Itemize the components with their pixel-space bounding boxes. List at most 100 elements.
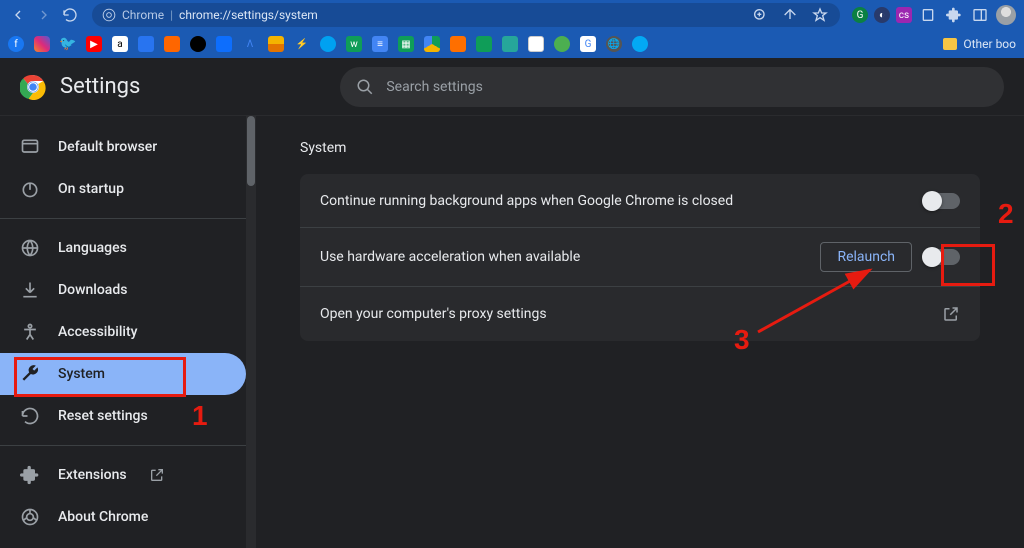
external-link-icon (149, 467, 165, 483)
bm-sheets-icon[interactable]: ▦ (398, 36, 414, 52)
bm-edge-icon[interactable] (320, 36, 336, 52)
page-title: Settings (60, 74, 140, 99)
download-icon (20, 280, 40, 300)
sidebar-scrollbar[interactable] (246, 116, 256, 548)
bookmark-folder-icon (943, 38, 957, 50)
accessibility-icon (20, 322, 40, 342)
other-bookmarks-label[interactable]: Other boo (963, 37, 1016, 51)
ext-moon-icon[interactable]: ◐ (874, 7, 890, 23)
sidebar-item-label: Accessibility (58, 324, 137, 340)
row-hardware-accel: Use hardware acceleration when available… (300, 228, 980, 287)
bm-google-icon[interactable]: G (580, 36, 596, 52)
wrench-icon (20, 364, 40, 384)
bm-flipkart-icon[interactable] (138, 36, 154, 52)
sidebar-item-label: Downloads (58, 282, 127, 298)
bm-green2-icon[interactable] (554, 36, 570, 52)
bm-youtube-icon[interactable]: ▶ (86, 36, 102, 52)
side-panel-icon[interactable] (970, 5, 990, 25)
sidebar-item-label: Extensions (58, 467, 127, 483)
bm-cyan-icon[interactable] (632, 36, 648, 52)
bm-docs-icon[interactable]: ≡ (372, 36, 388, 52)
ext-purple-icon[interactable]: cs (896, 7, 912, 23)
row-label: Open your computer's proxy settings (320, 306, 930, 322)
power-icon (20, 179, 40, 199)
toggle-hardware-accel[interactable] (924, 249, 960, 265)
bm-twitter-icon[interactable]: 🐦 (60, 36, 76, 52)
sidebar-separator (0, 445, 246, 446)
toolbar-row: Chrome | chrome://settings/system G ◐ cs (0, 0, 1024, 30)
bm-orange2-icon[interactable] (450, 36, 466, 52)
reload-button[interactable] (60, 5, 80, 25)
reset-icon (20, 406, 40, 426)
sidebar-item-label: Reset settings (58, 408, 148, 424)
browser-chrome: Chrome | chrome://settings/system G ◐ cs… (0, 0, 1024, 58)
star-icon[interactable] (810, 5, 830, 25)
bm-w-icon[interactable]: w (346, 36, 362, 52)
relaunch-button[interactable]: Relaunch (820, 242, 912, 272)
sidebar-item-label: Languages (58, 240, 127, 256)
sidebar-item-label: About Chrome (58, 509, 148, 525)
main-panel: System Continue running background apps … (256, 58, 1024, 548)
globe-icon (20, 238, 40, 258)
search-placeholder: Search settings (386, 79, 483, 95)
sidebar-item-downloads[interactable]: Downloads (0, 269, 246, 311)
bm-black-icon[interactable] (190, 36, 206, 52)
bm-orange-icon[interactable] (164, 36, 180, 52)
search-input[interactable]: Search settings (340, 67, 1004, 107)
external-link-icon (942, 305, 960, 323)
share-icon[interactable] (780, 5, 800, 25)
row-label: Continue running background apps when Go… (320, 193, 912, 209)
section-title: System (300, 140, 980, 156)
sidebar-item-on-startup[interactable]: On startup (0, 168, 246, 210)
bm-analytics-icon[interactable] (268, 36, 284, 52)
toggle-background-apps[interactable] (924, 193, 960, 209)
sidebar-item-system[interactable]: System (0, 353, 246, 395)
forward-button[interactable] (34, 5, 54, 25)
sidebar-item-languages[interactable]: Languages (0, 227, 246, 269)
bm-globe-icon[interactable]: 🌐 (606, 36, 622, 52)
sidebar: Default browser On startup Languages Dow… (0, 58, 256, 548)
zoom-icon[interactable] (750, 5, 770, 25)
bm-blue-icon[interactable] (216, 36, 232, 52)
settings-card: Continue running background apps when Go… (300, 174, 980, 341)
sidebar-item-reset[interactable]: Reset settings (0, 395, 246, 437)
sidebar-item-extensions[interactable]: Extensions (0, 454, 246, 496)
bm-ads-icon[interactable]: Λ (242, 36, 258, 52)
sidebar-item-default-browser[interactable]: Default browser (0, 126, 246, 168)
bm-purple-icon[interactable]: ⚡ (294, 36, 310, 52)
settings-header: Settings Search settings (0, 58, 1024, 116)
sidebar-item-label: On startup (58, 181, 124, 197)
url-divider: | (170, 8, 173, 22)
addr-actions (750, 5, 830, 25)
extension-icon (20, 465, 40, 485)
row-proxy-settings[interactable]: Open your computer's proxy settings (300, 287, 980, 341)
search-icon (356, 78, 374, 96)
profile-avatar[interactable] (996, 5, 1016, 25)
back-button[interactable] (8, 5, 28, 25)
sidebar-item-accessibility[interactable]: Accessibility (0, 311, 246, 353)
sidebar-item-label: Default browser (58, 139, 157, 155)
bm-drive-icon[interactable] (424, 36, 440, 52)
chrome-logo-icon (20, 74, 46, 100)
address-bar[interactable]: Chrome | chrome://settings/system (92, 3, 840, 27)
sidebar-item-about[interactable]: About Chrome (0, 496, 246, 538)
chrome-icon (102, 8, 116, 22)
sidebar-item-label: System (58, 366, 105, 382)
sidebar-separator (0, 218, 246, 219)
reading-list-icon[interactable] (918, 5, 938, 25)
bm-teal-icon[interactable] (502, 36, 518, 52)
bm-instagram-icon[interactable] (34, 36, 50, 52)
browser-icon (20, 137, 40, 157)
url-prefix: Chrome (122, 8, 164, 22)
bm-amazon-icon[interactable]: a (112, 36, 128, 52)
bookmarks-bar: f 🐦 ▶ a Λ ⚡ w ≡ ▦ G 🌐 Other boo (0, 30, 1024, 58)
row-label: Use hardware acceleration when available (320, 249, 808, 265)
row-background-apps: Continue running background apps when Go… (300, 174, 980, 228)
chrome-icon (20, 507, 40, 527)
bm-white-icon[interactable] (528, 36, 544, 52)
bm-facebook-icon[interactable]: f (8, 36, 24, 52)
ext-grammarly-icon[interactable]: G (852, 7, 868, 23)
extensions-icon[interactable] (944, 5, 964, 25)
bm-green-icon[interactable] (476, 36, 492, 52)
url-path: chrome://settings/system (179, 8, 318, 22)
